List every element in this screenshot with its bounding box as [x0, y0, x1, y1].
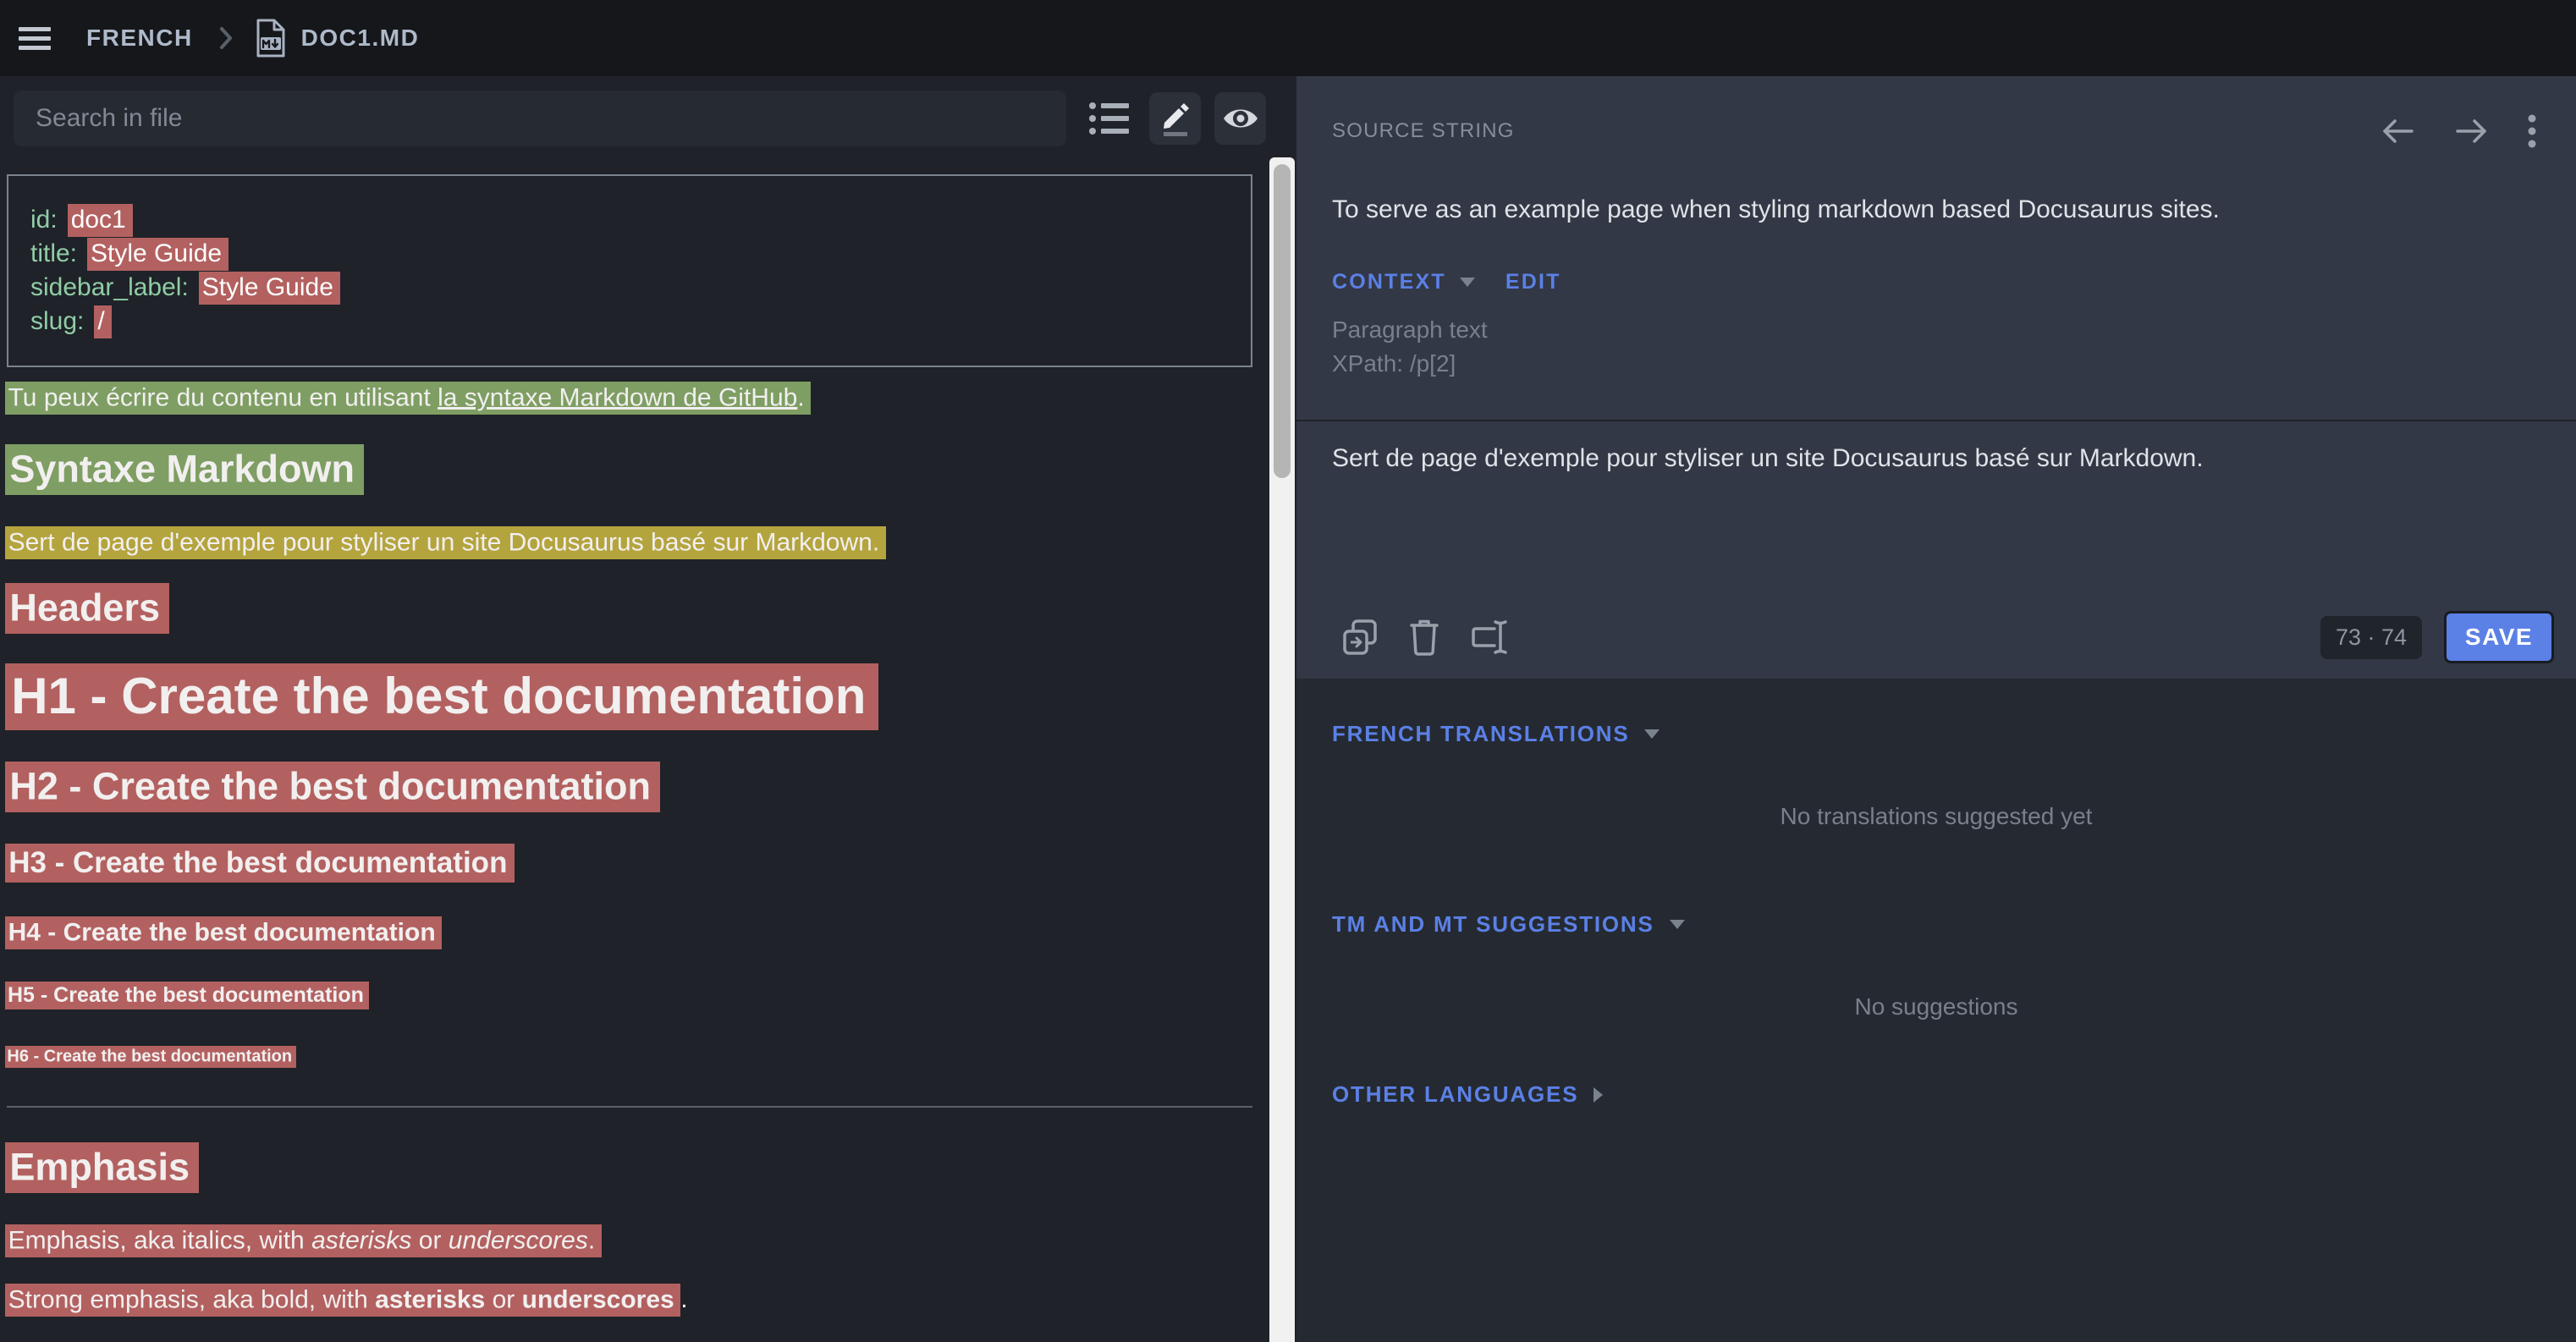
chevron-right-icon [1593, 1087, 1603, 1103]
doc-divider [7, 1106, 1252, 1108]
tm-empty-text: No suggestions [1332, 993, 2540, 1020]
source-string[interactable]: / [94, 305, 111, 338]
doc-segment: H2 - Create the best documentation [5, 763, 1254, 811]
text-cursor-icon[interactable] [1469, 618, 1510, 657]
translated-string[interactable]: Tu peux écrire du contenu en utilisant l… [5, 382, 811, 415]
translations-empty-text: No translations suggested yet [1332, 803, 2540, 830]
translation-toolbar: 73 · 74 SAVE [1296, 611, 2576, 679]
string-list-view-button[interactable] [1088, 97, 1131, 140]
search-input[interactable] [14, 91, 1066, 146]
doc-segment: H3 - Create the best documentation [5, 844, 1254, 882]
untranslated-string[interactable]: Emphasis [5, 1142, 199, 1193]
file-preview-panel: id: doc1 title: Style Guide sidebar_label:… [0, 76, 1269, 1342]
frontmatter-key: id: [30, 206, 58, 234]
doc-segment: H5 - Create the best documentation [5, 982, 1254, 1009]
divider [1296, 420, 2576, 421]
doc-segment: Syntaxe Markdown [5, 446, 1254, 493]
source-string[interactable]: Style Guide [87, 238, 228, 271]
frontmatter-key: slug: [30, 307, 84, 335]
doc-segment: Strong emphasis, aka bold, with asterisk… [5, 1284, 1254, 1316]
document-preview: id: doc1 title: Style Guide sidebar_label:… [0, 174, 1269, 1316]
more-options-icon[interactable] [2527, 113, 2537, 149]
eye-icon [1222, 104, 1259, 133]
frontmatter-row: title: Style Guide [30, 237, 1234, 271]
context-toggle[interactable]: CONTEXT [1332, 270, 1475, 294]
previous-string-button[interactable] [2381, 117, 2415, 146]
chevron-down-icon [1644, 729, 1660, 739]
untranslated-string[interactable]: H4 - Create the best documentation [5, 916, 442, 949]
translation-panel: SOURCE STRING To serve as an example pag… [1296, 76, 2576, 1342]
untranslated-string[interactable]: Emphasis, aka italics, with asterisks or… [5, 1224, 602, 1257]
doc-segment: Tu peux écrire du contenu en utilisant l… [5, 382, 1254, 414]
menu-icon[interactable] [19, 21, 56, 55]
doc-segment: Emphasis [5, 1143, 1254, 1191]
scrollbar-thumb[interactable] [1274, 164, 1291, 478]
untranslated-string[interactable]: H2 - Create the best documentation [5, 762, 660, 812]
untranslated-string[interactable]: H5 - Create the best documentation [5, 982, 369, 1009]
frontmatter-key: title: [30, 239, 77, 267]
doc-segment: H6 - Create the best documentation [5, 1046, 1254, 1067]
scrollbar-strip [1269, 76, 1295, 1342]
chevron-down-icon [1460, 278, 1475, 287]
section-french-translations[interactable]: FRENCH TRANSLATIONS [1332, 721, 1660, 747]
source-string[interactable]: doc1 [68, 204, 133, 237]
edit-context-link[interactable]: EDIT [1505, 270, 1561, 294]
source-string-text: To serve as an example page when styling… [1296, 193, 2576, 226]
chevron-right-icon [218, 25, 234, 51]
source-string-label: SOURCE STRING [1332, 119, 1515, 143]
translation-input[interactable]: Sert de page d'exemple pour styliser un … [1332, 442, 2540, 586]
search-row [0, 76, 1269, 147]
char-counter: 73 · 74 [2320, 616, 2422, 659]
doc-segment: Headers [5, 584, 1254, 631]
breadcrumb-project[interactable]: FRENCH [86, 25, 193, 52]
selected-string[interactable]: Sert de page d'exemple pour styliser un … [5, 526, 886, 559]
frontmatter-key: sidebar_label: [30, 273, 189, 301]
suggestions-area: FRENCH TRANSLATIONS No translations sugg… [1296, 679, 2576, 1342]
translated-string[interactable]: Syntaxe Markdown [5, 444, 364, 495]
copy-source-icon[interactable] [1340, 618, 1379, 657]
next-string-button[interactable] [2454, 117, 2488, 146]
frontmatter-block: id: doc1 title: Style Guide sidebar_label:… [7, 174, 1252, 367]
untranslated-string[interactable]: Headers [5, 583, 169, 634]
doc-segment: H4 - Create the best documentation [5, 917, 1254, 949]
untranslated-string[interactable]: H6 - Create the best documentation [5, 1046, 296, 1068]
scrollbar-track[interactable] [1269, 157, 1295, 1342]
breadcrumb-file[interactable]: DOC1.MD [301, 25, 420, 52]
editor-card: SOURCE STRING To serve as an example pag… [1296, 76, 2576, 679]
doc-link[interactable]: la syntaxe Markdown de GitHub [438, 383, 797, 411]
doc-segment: Sert de page d'exemple pour styliser un … [5, 527, 1254, 559]
untranslated-string[interactable]: H1 - Create the best documentation [5, 663, 878, 730]
save-button[interactable]: SAVE [2444, 611, 2554, 663]
section-other-languages[interactable]: OTHER LANGUAGES [1332, 1081, 1603, 1108]
markdown-file-icon [252, 18, 288, 58]
frontmatter-row: sidebar_label: Style Guide [30, 271, 1234, 305]
section-tm-mt-suggestions[interactable]: TM AND MT SUGGESTIONS [1332, 911, 1685, 938]
untranslated-string[interactable]: H3 - Create the best documentation [5, 844, 515, 883]
chevron-down-icon [1670, 920, 1685, 929]
context-type: Paragraph text [1332, 313, 2540, 347]
doc-segment: Emphasis, aka italics, with asterisks or… [5, 1225, 1254, 1257]
topbar: FRENCH DOC1.MD [0, 0, 2576, 76]
clear-translation-icon[interactable] [1410, 618, 1439, 657]
frontmatter-row: slug: / [30, 305, 1234, 338]
edit-mode-button[interactable] [1149, 92, 1201, 145]
pencil-icon [1158, 100, 1193, 137]
untranslated-string[interactable]: Strong emphasis, aka bold, with asterisk… [5, 1284, 680, 1317]
preview-mode-button[interactable] [1214, 92, 1266, 145]
doc-segment: H1 - Create the best documentation [5, 664, 1254, 728]
frontmatter-row: id: doc1 [30, 203, 1234, 237]
source-string[interactable]: Style Guide [199, 272, 340, 305]
context-xpath: XPath: /p[2] [1332, 347, 2540, 381]
